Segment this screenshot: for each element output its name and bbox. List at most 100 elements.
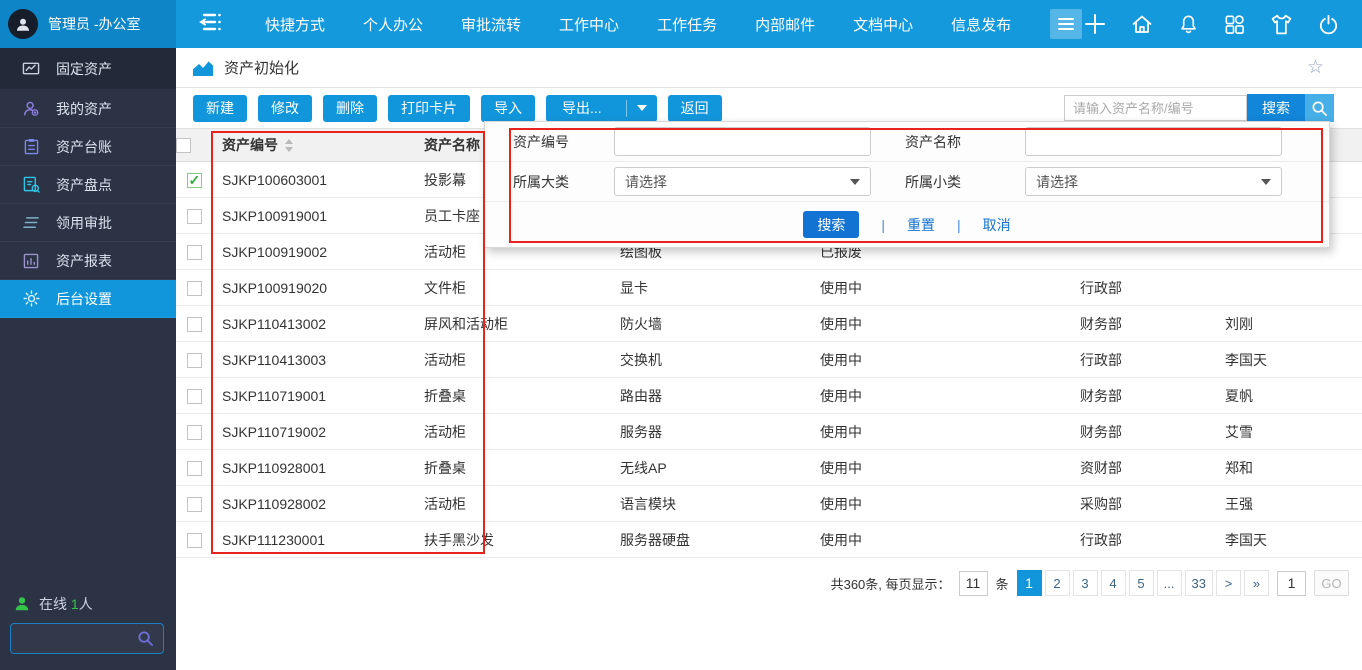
filter-footer: 搜索 | 重置 | 取消 (485, 202, 1329, 247)
modify-button[interactable]: 修改 (258, 95, 312, 122)
pagination-total-text: 共360条, 每页显示： (831, 574, 951, 593)
search-icon[interactable] (137, 630, 154, 647)
menu-item[interactable]: 工作任务 (638, 0, 736, 48)
menu-item[interactable]: 工作中心 (540, 0, 638, 48)
new-button[interactable]: 新建 (193, 95, 247, 122)
table-row[interactable]: ✓ SJKP100919020 文件柜 显卡 使用中 行政部 (176, 270, 1362, 306)
table-row[interactable]: ✓ SJKP110719002 活动柜 服务器 使用中 财务部 艾雪 (176, 414, 1362, 450)
report-chart-icon (22, 253, 40, 269)
plus-icon[interactable] (1083, 12, 1107, 36)
minor-category-select[interactable]: 请选择 (1025, 167, 1282, 196)
cell-asset-code: SJKP110928001 (212, 450, 414, 486)
sidebar-item-fixed-assets[interactable]: 固定资产 (0, 48, 176, 90)
page-size-input[interactable] (959, 571, 988, 596)
row-checkbox[interactable]: ✓ (187, 389, 202, 404)
sidebar-search-input[interactable] (10, 623, 164, 654)
header-asset-code[interactable]: 资产编号 (212, 129, 414, 162)
check-icon: ✓ (189, 172, 201, 189)
delete-button[interactable]: 删除 (323, 95, 377, 122)
cell-user: 夏帆 (1215, 378, 1362, 414)
page-button[interactable]: 4 (1101, 570, 1126, 596)
table-row[interactable]: ✓ SJKP110413002 屏风和活动柜 防火墙 使用中 财务部 刘刚 (176, 306, 1362, 342)
table-row[interactable]: ✓ SJKP110928002 活动柜 语言模块 使用中 采购部 王强 (176, 486, 1362, 522)
filter-cancel-link[interactable]: 取消 (983, 215, 1011, 235)
bell-icon[interactable] (1177, 12, 1200, 36)
nav-list-icon[interactable] (196, 9, 224, 40)
sidebar-item-asset-inventory[interactable]: 资产盘点 (0, 166, 176, 204)
cell-asset-name2: 交换机 (610, 342, 810, 378)
chevron-down-icon (1261, 179, 1271, 185)
cell-asset-name: 活动柜 (414, 486, 610, 522)
minor-category-label: 所属小类 (905, 172, 1025, 192)
menu-item[interactable]: 个人办公 (344, 0, 442, 48)
major-category-label: 所属大类 (485, 172, 614, 192)
page-button[interactable]: 33 (1185, 570, 1213, 596)
page-button[interactable]: » (1244, 570, 1269, 596)
online-count: 1 (71, 596, 79, 612)
sidebar-item-backend-settings[interactable]: 后台设置 (0, 280, 176, 318)
table-row[interactable]: ✓ SJKP110719001 折叠桌 路由器 使用中 财务部 夏帆 (176, 378, 1362, 414)
quick-search-button[interactable]: 搜索 (1247, 94, 1305, 122)
quick-search-input[interactable] (1064, 95, 1247, 121)
sidebar-item-asset-reports[interactable]: 资产报表 (0, 242, 176, 280)
row-checkbox[interactable]: ✓ (187, 281, 202, 296)
back-button[interactable]: 返回 (668, 95, 722, 122)
theme-shirt-icon[interactable] (1269, 13, 1294, 36)
user-name: 管理员 -办公室 (48, 14, 141, 34)
page-button[interactable]: 3 (1073, 570, 1098, 596)
menu-item[interactable]: 文档中心 (834, 0, 932, 48)
row-checkbox[interactable]: ✓ (187, 209, 202, 224)
online-label: 在线 (39, 596, 67, 612)
page-header: 资产初始化 ☆ (176, 48, 1362, 88)
favorite-star-icon[interactable]: ☆ (1307, 56, 1324, 79)
apps-grid-icon[interactable] (1223, 13, 1246, 36)
row-checkbox[interactable]: ✓ (187, 497, 202, 512)
table-row[interactable]: ✓ SJKP110928001 折叠桌 无线AP 使用中 资财部 郑和 (176, 450, 1362, 486)
user-area[interactable]: 管理员 -办公室 (0, 0, 176, 48)
home-icon[interactable] (1130, 12, 1154, 36)
print-card-button[interactable]: 打印卡片 (388, 95, 470, 122)
menu-toggle-button[interactable] (1050, 9, 1082, 39)
asset-name-input[interactable] (1025, 127, 1282, 156)
page-button[interactable]: 1 (1017, 570, 1042, 596)
row-checkbox[interactable]: ✓ (187, 245, 202, 260)
filter-search-button[interactable]: 搜索 (803, 211, 859, 238)
table-row[interactable]: ✓ SJKP110413003 活动柜 交换机 使用中 行政部 李国天 (176, 342, 1362, 378)
cell-asset-code: SJKP100919002 (212, 234, 414, 270)
row-checkbox[interactable]: ✓ (187, 533, 202, 548)
row-checkbox[interactable]: ✓ (187, 173, 202, 188)
major-category-select[interactable]: 请选择 (614, 167, 871, 196)
menu-item[interactable]: 信息发布 (932, 0, 1030, 48)
menu-item[interactable]: 审批流转 (442, 0, 540, 48)
import-button[interactable]: 导入 (481, 95, 535, 122)
cell-department: 采购部 (1070, 486, 1215, 522)
row-checkbox[interactable]: ✓ (187, 461, 202, 476)
filter-reset-link[interactable]: 重置 (907, 215, 935, 235)
cell-asset-name: 活动柜 (414, 342, 610, 378)
menu-item[interactable]: 快捷方式 (246, 0, 344, 48)
row-checkbox[interactable]: ✓ (187, 353, 202, 368)
goto-page-input[interactable] (1277, 571, 1306, 596)
sidebar-item-my-assets[interactable]: 我的资产 (0, 90, 176, 128)
menu-item[interactable]: 内部邮件 (736, 0, 834, 48)
cell-asset-name: 折叠桌 (414, 378, 610, 414)
row-checkbox[interactable]: ✓ (187, 317, 202, 332)
go-button[interactable]: GO (1314, 570, 1349, 596)
asset-code-label: 资产编号 (485, 132, 614, 152)
sidebar-item-requisition-approval[interactable]: 领用审批 (0, 204, 176, 242)
cell-user: 艾雪 (1215, 414, 1362, 450)
asset-code-input[interactable] (614, 127, 871, 156)
magnifier-button[interactable] (1305, 94, 1334, 122)
page-button[interactable]: ... (1157, 570, 1182, 596)
table-row[interactable]: ✓ SJKP111230001 扶手黑沙发 服务器硬盘 使用中 行政部 李国天 (176, 522, 1362, 558)
page-button[interactable]: > (1216, 570, 1241, 596)
export-dropdown-button[interactable]: 导出... (546, 95, 657, 122)
sidebar-item-asset-ledger[interactable]: 资产台账 (0, 128, 176, 166)
sort-icon[interactable] (284, 139, 294, 155)
cell-department: 财务部 (1070, 378, 1215, 414)
page-button[interactable]: 5 (1129, 570, 1154, 596)
row-checkbox[interactable]: ✓ (187, 425, 202, 440)
page-button[interactable]: 2 (1045, 570, 1070, 596)
power-icon[interactable] (1317, 13, 1340, 36)
select-all-checkbox[interactable]: ✓ (176, 138, 191, 153)
